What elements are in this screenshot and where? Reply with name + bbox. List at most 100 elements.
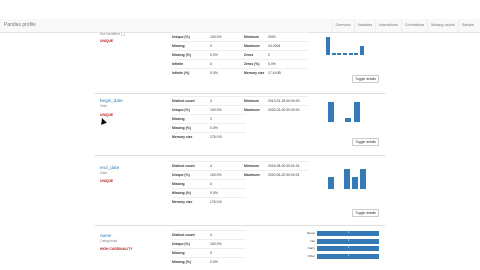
variable-card-2: end_date Date UNIQUE Distinct count 4 Uni…: [95, 161, 385, 219]
stat-key: Zeros: [244, 50, 268, 60]
toggle-details-button[interactable]: Toggle details: [352, 138, 379, 146]
histogram-bar: [325, 37, 330, 55]
histogram-chart: [327, 169, 367, 189]
stat-key: Maximum: [244, 170, 268, 179]
histogram-bar: [352, 177, 358, 189]
unique-badge: UNIQUE: [100, 39, 114, 43]
toggle-details-button[interactable]: Toggle details: [352, 75, 379, 83]
histogram-bar: [343, 52, 347, 55]
variables-section: Not identified (_) UNIQUE Unique (%) 100.…: [95, 32, 385, 270]
stats-left-table: Unique (%) 100.0% Missing 0 Missing (%) 0.0…: [172, 32, 246, 77]
stat-key: Unique (%): [172, 170, 210, 180]
stat-value: 0: [210, 114, 246, 124]
unique-badge: UNIQUE: [100, 113, 114, 117]
stats-left-table: Distinct count 4 Unique (%) 100.0% Missing…: [172, 96, 246, 141]
variable-name-link[interactable]: begin_date: [100, 98, 123, 103]
nav-sample[interactable]: Sample: [457, 19, 477, 32]
histogram-bar: [345, 118, 352, 122]
stat-value: 0.0%: [210, 50, 246, 60]
stats-right-table: Minimum 2000 Maximum 24-2004 Zeros 0 Zeros …: [244, 32, 308, 77]
stat-row: Missing 0: [172, 41, 246, 51]
stat-key: Minimum: [244, 161, 268, 171]
stat-value: 0: [210, 179, 246, 189]
stat-key: Missing (%): [172, 188, 210, 198]
stat-value: 2020-03-20 00:00:00: [268, 105, 308, 114]
mouse-cursor-icon: [99, 117, 107, 125]
app-title[interactable]: Pandas profile: [4, 22, 36, 28]
stat-row: Maximum 2020-05-20 00:00:01: [244, 170, 308, 179]
stat-key: Distinct count: [172, 230, 210, 240]
histogram-chart: [327, 102, 361, 122]
stats-left-table: Distinct count 4 Unique (%) 100.0% Missing…: [172, 230, 246, 266]
variable-type: Date: [100, 171, 108, 175]
nav-correlations[interactable]: Correlations: [400, 19, 427, 32]
stat-row: Missing (%) 0.0%: [172, 50, 246, 60]
variable-card-0: Not identified (_) UNIQUE Unique (%) 100.…: [95, 32, 385, 93]
stat-key: Unique (%): [172, 32, 210, 42]
stat-row: Maximum 2020-03-20 00:00:00: [244, 105, 308, 114]
histogram-bar: [360, 169, 366, 189]
histogram-bar: [337, 52, 342, 55]
stat-value: 0: [210, 248, 246, 258]
stat-row: Missing 0: [172, 114, 246, 124]
nav-overview[interactable]: Overview: [331, 19, 354, 32]
stat-row: Missing (%) 0.0%: [172, 257, 246, 266]
nav-variables[interactable]: Variables: [353, 19, 376, 32]
variable-name-link[interactable]: end_date: [100, 165, 119, 170]
stat-row: Memory size 17.6 KiB: [244, 68, 308, 77]
stat-key: Memory size: [172, 132, 210, 141]
bar-count: 1: [348, 231, 350, 234]
stat-value: 0: [210, 59, 246, 69]
stat-row: Minimum 2000: [244, 32, 308, 42]
bar-label: Name: [306, 231, 315, 235]
stat-row: Unique (%) 100.0%: [172, 32, 246, 42]
histogram-bar: [328, 177, 334, 189]
stat-row: Unique (%) 100.0%: [172, 170, 246, 180]
stat-row: Infinite (%) 0.0%: [172, 68, 246, 77]
stat-key: Missing: [172, 179, 210, 189]
stat-row: Zeros 0: [244, 50, 308, 60]
stat-row: Minimum 2015-08-20 00:01:01: [244, 161, 308, 171]
nav-missing-values[interactable]: Missing values: [427, 19, 458, 32]
stat-row: Memory size 176.0 B: [172, 197, 246, 206]
bar-label: Not: [310, 238, 315, 243]
stat-value: 4: [210, 230, 246, 240]
navbar: Pandas profile Overview Variables Intera…: [0, 19, 480, 33]
histogram-bar: [331, 52, 336, 55]
stat-value: 4: [210, 161, 246, 171]
histogram-chart: [325, 33, 365, 55]
toggle-details-button[interactable]: Toggle details: [352, 209, 379, 217]
stat-row: Distinct count 4: [172, 161, 246, 171]
divider: [95, 93, 385, 94]
stat-key: Memory size: [172, 197, 210, 206]
stat-row: Memory size 176.0 B: [172, 132, 246, 141]
bar-count: 1: [348, 253, 350, 257]
stat-key: Memory size: [244, 68, 268, 77]
stat-key: Missing: [172, 248, 210, 258]
bar-count: 1: [348, 246, 350, 249]
stat-row: Missing (%) 0.0%: [172, 188, 246, 198]
nav-interactions[interactable]: Interactions: [375, 19, 401, 32]
variable-type: Date: [100, 104, 108, 108]
stat-value: 2015-08-20 00:01:01: [268, 161, 308, 171]
stat-value: 0.0%: [210, 68, 246, 77]
stat-key: Minimum: [244, 32, 268, 42]
stat-row: Unique (%) 100.0%: [172, 105, 246, 115]
variable-name-link[interactable]: name: [100, 233, 112, 238]
stats-left-table: Distinct count 4 Unique (%) 100.0% Missing…: [172, 161, 246, 206]
stat-key: Missing (%): [172, 257, 210, 266]
stat-key: Zeros (%): [244, 59, 268, 69]
divider: [95, 155, 385, 156]
stat-value: 2013-01-25 00:00:00: [268, 96, 308, 106]
bar-count: 1: [348, 238, 350, 242]
stat-key: Maximum: [244, 41, 268, 51]
histogram-bar: [328, 102, 335, 122]
stat-key: Missing: [172, 41, 210, 51]
histogram-bar: [353, 102, 360, 122]
stat-row: Missing 0: [172, 248, 246, 258]
stat-value: 0.0%: [268, 59, 308, 69]
stat-row: Distinct count 4: [172, 230, 246, 240]
stat-row: Missing (%) 0.0%: [172, 123, 246, 133]
stat-value: 0.0%: [210, 188, 246, 198]
stat-row: Maximum 24-2004: [244, 41, 308, 51]
